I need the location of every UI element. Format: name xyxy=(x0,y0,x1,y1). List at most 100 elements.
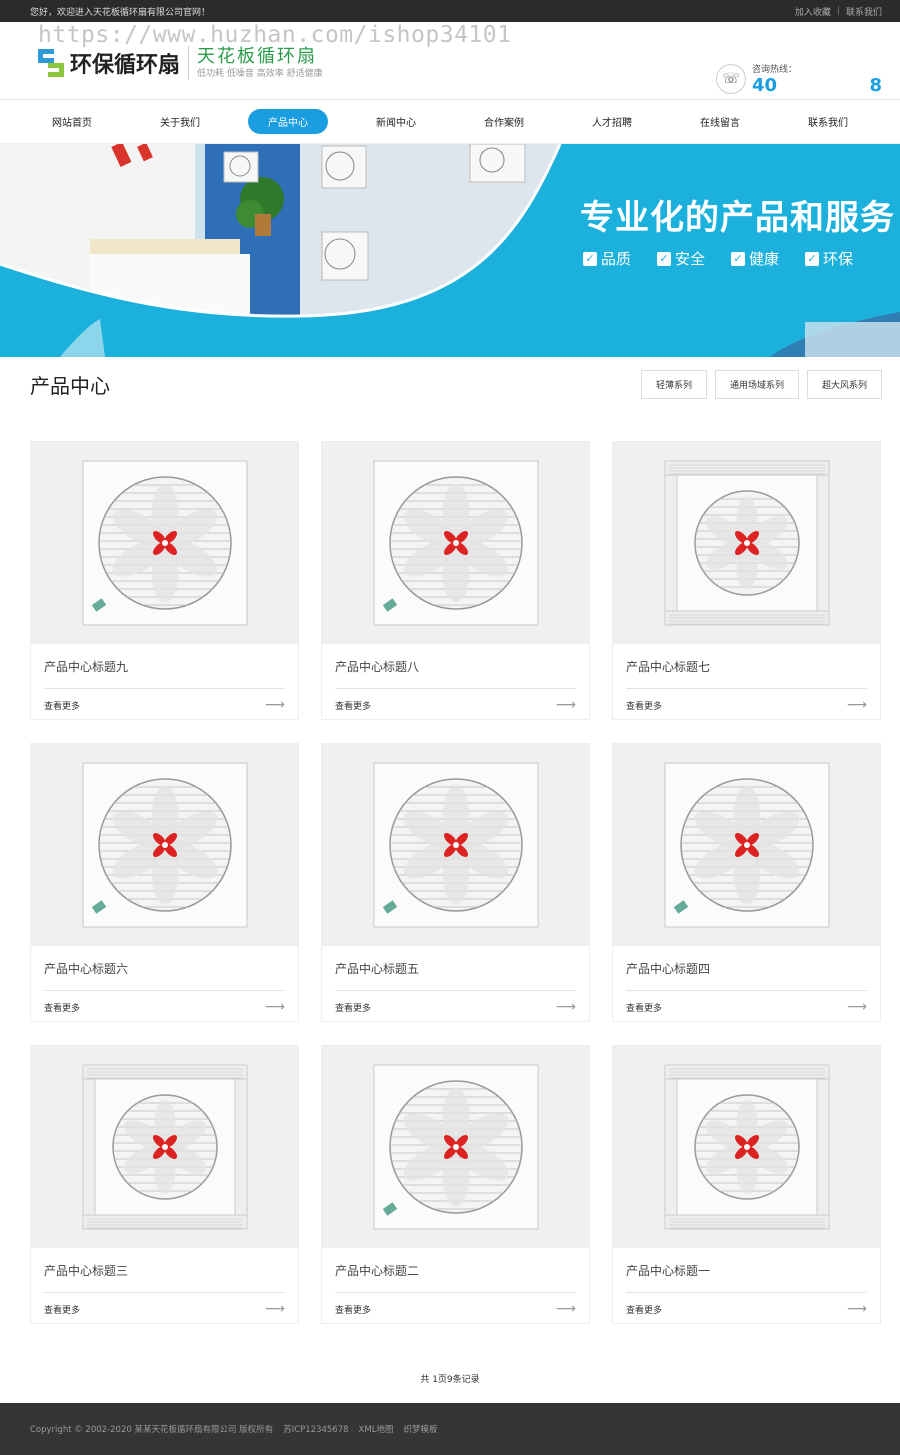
banner-feature: ✓ 健康 xyxy=(731,248,779,269)
topbar-links: 加入收藏 | 联系我们 xyxy=(795,5,882,18)
pagination: 共 1页9条记录 xyxy=(420,1375,480,1385)
product-image[interactable] xyxy=(613,442,880,644)
arrow-right-icon[interactable]: ⟶ xyxy=(556,697,576,713)
hotline-number: 40 8 xyxy=(752,75,882,96)
checkbox-icon: ✓ xyxy=(657,251,672,266)
xml-map-link[interactable]: XML地图 xyxy=(359,1423,394,1435)
header: 环保循环扇 天花板循环扇 低功耗 低噪音 高效率 舒适健康 https://ww… xyxy=(0,22,900,100)
banner-feature: ✓ 环保 xyxy=(805,248,853,269)
feature-label: 健康 xyxy=(749,250,780,268)
hotline-number-end: 8 xyxy=(869,75,882,96)
product-title[interactable]: 产品中心标题二 xyxy=(322,1248,589,1292)
nav-item[interactable]: 关于我们 xyxy=(140,109,220,134)
arrow-right-icon[interactable]: ⟶ xyxy=(265,999,285,1015)
product-title[interactable]: 产品中心标题五 xyxy=(322,946,589,990)
phone-icon: ☏ xyxy=(716,64,746,94)
arrow-right-icon[interactable]: ⟶ xyxy=(265,697,285,713)
nav-item[interactable]: 网站首页 xyxy=(32,109,112,134)
banner-feature: ✓ 安全 xyxy=(657,248,705,269)
product-image[interactable] xyxy=(613,1046,880,1248)
banner-features: ✓ 品质 ✓ 安全 ✓ 健康 ✓ 环保 xyxy=(583,248,853,269)
category-filters: 轻薄系列 通用场域系列 超大风系列 xyxy=(640,370,882,399)
template-link[interactable]: 织梦模板 xyxy=(403,1423,437,1435)
view-more-link[interactable]: 查看更多 xyxy=(626,1303,662,1316)
product-card[interactable]: 产品中心标题七查看更多 ⟶ xyxy=(612,441,881,720)
logo-mark-icon xyxy=(38,49,64,77)
product-image[interactable] xyxy=(322,1046,589,1248)
view-more-link[interactable]: 查看更多 xyxy=(44,1303,80,1316)
product-title[interactable]: 产品中心标题八 xyxy=(322,644,589,688)
nav-item[interactable]: 产品中心 xyxy=(248,109,328,134)
category-button[interactable]: 轻薄系列 xyxy=(640,370,707,399)
welcome-text: 您好，欢迎进入天花板循环扇有限公司官网！ xyxy=(30,7,211,18)
arrow-right-icon[interactable]: ⟶ xyxy=(556,999,576,1015)
hotline-label: 咨询热线： xyxy=(752,65,798,75)
top-bar: 您好，欢迎进入天花板循环扇有限公司官网！ 加入收藏 | 联系我们 xyxy=(0,0,900,22)
product-image[interactable] xyxy=(31,1046,298,1248)
product-image[interactable] xyxy=(322,442,589,644)
category-button[interactable]: 通用场域系列 xyxy=(714,370,799,399)
hotline-number-start: 40 xyxy=(752,75,778,96)
banner-title: 专业化的产品和服务 xyxy=(580,198,895,238)
product-image[interactable] xyxy=(31,442,298,644)
arrow-right-icon[interactable]: ⟶ xyxy=(556,1301,576,1317)
product-title[interactable]: 产品中心标题四 xyxy=(613,946,880,990)
nav-item[interactable]: 新闻中心 xyxy=(356,109,436,134)
nav-item[interactable]: 人才招聘 xyxy=(572,109,652,134)
product-title[interactable]: 产品中心标题七 xyxy=(613,644,880,688)
hotline: ☏ 咨询热线： 40 8 xyxy=(716,62,882,96)
product-title[interactable]: 产品中心标题一 xyxy=(613,1248,880,1292)
view-more-link[interactable]: 查看更多 xyxy=(44,1001,80,1014)
logo-divider xyxy=(188,46,190,80)
product-title[interactable]: 产品中心标题九 xyxy=(31,644,298,688)
product-card[interactable]: 产品中心标题五查看更多 ⟶ xyxy=(321,743,590,1022)
feature-label: 品质 xyxy=(601,250,632,268)
view-more-link[interactable]: 查看更多 xyxy=(626,699,662,712)
feature-label: 环保 xyxy=(823,250,854,268)
hero-banner: 专业化的产品和服务 ✓ 品质 ✓ 安全 ✓ 健康 ✓ 环保 xyxy=(0,144,900,357)
nav-item[interactable]: 合作案例 xyxy=(464,109,544,134)
nav-item[interactable]: 联系我们 xyxy=(788,109,868,134)
product-card[interactable]: 产品中心标题八查看更多 ⟶ xyxy=(321,441,590,720)
product-grid: 产品中心标题九 查看更多 ⟶ 产品中心标题八 查看更多 ⟶ 产品中心标题七 查看更多 ⟶ 产品中心… xyxy=(30,441,882,1324)
product-image[interactable] xyxy=(31,744,298,946)
product-card[interactable]: 产品中心标题二查看更多 ⟶ xyxy=(321,1045,590,1324)
product-title[interactable]: 产品中心标题三 xyxy=(31,1248,298,1292)
feature-label: 安全 xyxy=(675,250,706,268)
product-title[interactable]: 产品中心标题六 xyxy=(31,946,298,990)
view-more-link[interactable]: 查看更多 xyxy=(626,1001,662,1014)
product-card[interactable]: 产品中心标题三查看更多 ⟶ xyxy=(30,1045,299,1324)
arrow-right-icon[interactable]: ⟶ xyxy=(847,999,867,1015)
checkbox-icon: ✓ xyxy=(583,251,597,266)
product-card[interactable]: 产品中心标题一查看更多 ⟶ xyxy=(612,1045,881,1324)
footer: Copyright © 2002-2020 某某天花板循环扇有限公司 版权所有 … xyxy=(0,1403,900,1455)
product-card[interactable]: 产品中心标题六查看更多 ⟶ xyxy=(30,743,299,1022)
view-more-link[interactable]: 查看更多 xyxy=(44,699,80,712)
logo-subtitle: 天花板循环扇 低功耗 低噪音 高效率 舒适健康 xyxy=(197,46,323,80)
logo-name: 环保循环扇 xyxy=(70,52,181,78)
section-header: 产品中心 轻薄系列 通用场域系列 超大风系列 xyxy=(30,370,882,399)
view-more-link[interactable]: 查看更多 xyxy=(335,1001,371,1014)
product-card[interactable]: 产品中心标题九查看更多 ⟶ xyxy=(30,441,299,720)
copyright: Copyright © 2002-2020 某某天花板循环扇有限公司 版权所有 xyxy=(30,1425,274,1435)
section-title: 产品中心 xyxy=(30,374,110,398)
product-card[interactable]: 产品中心标题四查看更多 ⟶ xyxy=(612,743,881,1022)
icp-link[interactable]: 苏ICP12345678 xyxy=(283,1423,348,1435)
product-image[interactable] xyxy=(322,744,589,946)
contact-link[interactable]: 联系我们 xyxy=(846,5,882,18)
nav-item[interactable]: 在线留言 xyxy=(680,109,760,134)
product-image[interactable] xyxy=(613,744,880,946)
logo-tagline: 低功耗 低噪音 高效率 舒适健康 xyxy=(197,69,323,79)
divider: | xyxy=(836,6,840,16)
checkbox-icon: ✓ xyxy=(731,251,746,266)
watermark: https://www.huzhan.com/ishop34101 xyxy=(38,22,512,48)
add-favorite-link[interactable]: 加入收藏 xyxy=(795,5,831,18)
arrow-right-icon[interactable]: ⟶ xyxy=(265,1301,285,1317)
arrow-right-icon[interactable]: ⟶ xyxy=(847,1301,867,1317)
logo-slogan: 天花板循环扇 xyxy=(197,46,318,67)
logo[interactable]: 环保循环扇 天花板循环扇 低功耗 低噪音 高效率 舒适健康 xyxy=(38,46,323,80)
category-button[interactable]: 超大风系列 xyxy=(806,370,882,399)
view-more-link[interactable]: 查看更多 xyxy=(335,699,371,712)
view-more-link[interactable]: 查看更多 xyxy=(335,1303,371,1316)
arrow-right-icon[interactable]: ⟶ xyxy=(847,697,867,713)
